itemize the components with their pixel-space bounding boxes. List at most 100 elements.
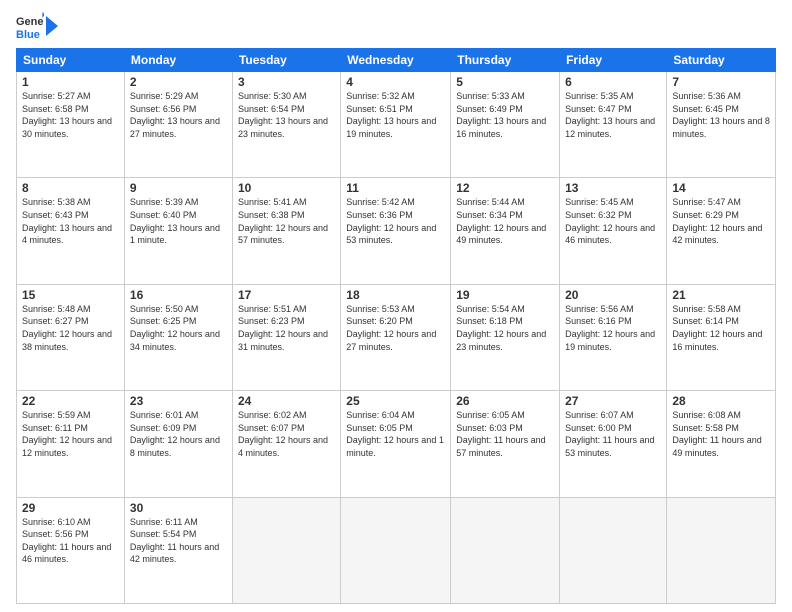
- day-number: 2: [130, 75, 227, 89]
- cell-w5-d6: [667, 497, 776, 603]
- day-info: Sunrise: 6:07 AM Sunset: 6:00 PM Dayligh…: [565, 409, 661, 459]
- day-number: 4: [346, 75, 445, 89]
- calendar-body: 1 Sunrise: 5:27 AM Sunset: 6:58 PM Dayli…: [17, 72, 776, 604]
- cell-w3-d3: 18 Sunrise: 5:53 AM Sunset: 6:20 PM Dayl…: [341, 284, 451, 390]
- day-info: Sunrise: 6:01 AM Sunset: 6:09 PM Dayligh…: [130, 409, 227, 459]
- day-info: Sunrise: 6:11 AM Sunset: 5:54 PM Dayligh…: [130, 516, 227, 566]
- logo-arrow: [46, 12, 60, 40]
- cell-w1-d0: 1 Sunrise: 5:27 AM Sunset: 6:58 PM Dayli…: [17, 72, 125, 178]
- day-number: 27: [565, 394, 661, 408]
- cell-w2-d2: 10 Sunrise: 5:41 AM Sunset: 6:38 PM Dayl…: [232, 178, 340, 284]
- cell-w4-d3: 25 Sunrise: 6:04 AM Sunset: 6:05 PM Dayl…: [341, 391, 451, 497]
- day-info: Sunrise: 5:35 AM Sunset: 6:47 PM Dayligh…: [565, 90, 661, 140]
- week-row-5: 29 Sunrise: 6:10 AM Sunset: 5:56 PM Dayl…: [17, 497, 776, 603]
- day-info: Sunrise: 6:05 AM Sunset: 6:03 PM Dayligh…: [456, 409, 554, 459]
- cell-w2-d1: 9 Sunrise: 5:39 AM Sunset: 6:40 PM Dayli…: [124, 178, 232, 284]
- day-number: 25: [346, 394, 445, 408]
- cell-w5-d4: [451, 497, 560, 603]
- cell-w1-d2: 3 Sunrise: 5:30 AM Sunset: 6:54 PM Dayli…: [232, 72, 340, 178]
- week-row-4: 22 Sunrise: 5:59 AM Sunset: 6:11 PM Dayl…: [17, 391, 776, 497]
- day-number: 21: [672, 288, 770, 302]
- day-number: 6: [565, 75, 661, 89]
- col-header-tuesday: Tuesday: [232, 49, 340, 72]
- day-info: Sunrise: 5:44 AM Sunset: 6:34 PM Dayligh…: [456, 196, 554, 246]
- day-number: 20: [565, 288, 661, 302]
- col-header-friday: Friday: [560, 49, 667, 72]
- day-number: 1: [22, 75, 119, 89]
- cell-w3-d5: 20 Sunrise: 5:56 AM Sunset: 6:16 PM Dayl…: [560, 284, 667, 390]
- cell-w2-d0: 8 Sunrise: 5:38 AM Sunset: 6:43 PM Dayli…: [17, 178, 125, 284]
- day-number: 29: [22, 501, 119, 515]
- cell-w2-d5: 13 Sunrise: 5:45 AM Sunset: 6:32 PM Dayl…: [560, 178, 667, 284]
- week-row-3: 15 Sunrise: 5:48 AM Sunset: 6:27 PM Dayl…: [17, 284, 776, 390]
- cell-w1-d5: 6 Sunrise: 5:35 AM Sunset: 6:47 PM Dayli…: [560, 72, 667, 178]
- logo-svg: General Blue: [16, 12, 44, 40]
- day-number: 22: [22, 394, 119, 408]
- cell-w5-d2: [232, 497, 340, 603]
- day-info: Sunrise: 5:41 AM Sunset: 6:38 PM Dayligh…: [238, 196, 335, 246]
- day-number: 14: [672, 181, 770, 195]
- cell-w3-d6: 21 Sunrise: 5:58 AM Sunset: 6:14 PM Dayl…: [667, 284, 776, 390]
- cell-w1-d4: 5 Sunrise: 5:33 AM Sunset: 6:49 PM Dayli…: [451, 72, 560, 178]
- day-number: 9: [130, 181, 227, 195]
- cell-w4-d1: 23 Sunrise: 6:01 AM Sunset: 6:09 PM Dayl…: [124, 391, 232, 497]
- day-number: 17: [238, 288, 335, 302]
- calendar: SundayMondayTuesdayWednesdayThursdayFrid…: [16, 48, 776, 604]
- day-number: 10: [238, 181, 335, 195]
- svg-text:General: General: [16, 16, 44, 28]
- day-number: 7: [672, 75, 770, 89]
- day-info: Sunrise: 5:36 AM Sunset: 6:45 PM Dayligh…: [672, 90, 770, 140]
- day-info: Sunrise: 5:32 AM Sunset: 6:51 PM Dayligh…: [346, 90, 445, 140]
- week-row-1: 1 Sunrise: 5:27 AM Sunset: 6:58 PM Dayli…: [17, 72, 776, 178]
- day-info: Sunrise: 5:58 AM Sunset: 6:14 PM Dayligh…: [672, 303, 770, 353]
- day-info: Sunrise: 5:38 AM Sunset: 6:43 PM Dayligh…: [22, 196, 119, 246]
- col-header-thursday: Thursday: [451, 49, 560, 72]
- cell-w1-d1: 2 Sunrise: 5:29 AM Sunset: 6:56 PM Dayli…: [124, 72, 232, 178]
- day-info: Sunrise: 6:04 AM Sunset: 6:05 PM Dayligh…: [346, 409, 445, 459]
- day-number: 24: [238, 394, 335, 408]
- day-info: Sunrise: 5:59 AM Sunset: 6:11 PM Dayligh…: [22, 409, 119, 459]
- col-header-sunday: Sunday: [17, 49, 125, 72]
- day-number: 12: [456, 181, 554, 195]
- cell-w3-d0: 15 Sunrise: 5:48 AM Sunset: 6:27 PM Dayl…: [17, 284, 125, 390]
- day-info: Sunrise: 5:39 AM Sunset: 6:40 PM Dayligh…: [130, 196, 227, 246]
- day-info: Sunrise: 5:42 AM Sunset: 6:36 PM Dayligh…: [346, 196, 445, 246]
- day-number: 28: [672, 394, 770, 408]
- cell-w2-d6: 14 Sunrise: 5:47 AM Sunset: 6:29 PM Dayl…: [667, 178, 776, 284]
- cell-w2-d4: 12 Sunrise: 5:44 AM Sunset: 6:34 PM Dayl…: [451, 178, 560, 284]
- day-info: Sunrise: 5:54 AM Sunset: 6:18 PM Dayligh…: [456, 303, 554, 353]
- cell-w4-d4: 26 Sunrise: 6:05 AM Sunset: 6:03 PM Dayl…: [451, 391, 560, 497]
- day-info: Sunrise: 5:56 AM Sunset: 6:16 PM Dayligh…: [565, 303, 661, 353]
- day-number: 8: [22, 181, 119, 195]
- day-number: 3: [238, 75, 335, 89]
- cell-w3-d4: 19 Sunrise: 5:54 AM Sunset: 6:18 PM Dayl…: [451, 284, 560, 390]
- day-number: 15: [22, 288, 119, 302]
- day-info: Sunrise: 5:45 AM Sunset: 6:32 PM Dayligh…: [565, 196, 661, 246]
- col-header-monday: Monday: [124, 49, 232, 72]
- cell-w5-d3: [341, 497, 451, 603]
- day-number: 19: [456, 288, 554, 302]
- cell-w4-d5: 27 Sunrise: 6:07 AM Sunset: 6:00 PM Dayl…: [560, 391, 667, 497]
- day-number: 11: [346, 181, 445, 195]
- page: General Blue SundayMondayTuesdayWednesda…: [0, 0, 792, 612]
- day-info: Sunrise: 5:51 AM Sunset: 6:23 PM Dayligh…: [238, 303, 335, 353]
- cell-w3-d1: 16 Sunrise: 5:50 AM Sunset: 6:25 PM Dayl…: [124, 284, 232, 390]
- day-info: Sunrise: 5:27 AM Sunset: 6:58 PM Dayligh…: [22, 90, 119, 140]
- col-header-wednesday: Wednesday: [341, 49, 451, 72]
- svg-text:Blue: Blue: [16, 29, 40, 40]
- day-info: Sunrise: 5:30 AM Sunset: 6:54 PM Dayligh…: [238, 90, 335, 140]
- cell-w5-d0: 29 Sunrise: 6:10 AM Sunset: 5:56 PM Dayl…: [17, 497, 125, 603]
- cell-w3-d2: 17 Sunrise: 5:51 AM Sunset: 6:23 PM Dayl…: [232, 284, 340, 390]
- day-number: 30: [130, 501, 227, 515]
- day-info: Sunrise: 5:50 AM Sunset: 6:25 PM Dayligh…: [130, 303, 227, 353]
- cell-w1-d3: 4 Sunrise: 5:32 AM Sunset: 6:51 PM Dayli…: [341, 72, 451, 178]
- day-number: 5: [456, 75, 554, 89]
- day-info: Sunrise: 5:53 AM Sunset: 6:20 PM Dayligh…: [346, 303, 445, 353]
- day-info: Sunrise: 5:33 AM Sunset: 6:49 PM Dayligh…: [456, 90, 554, 140]
- cell-w4-d0: 22 Sunrise: 5:59 AM Sunset: 6:11 PM Dayl…: [17, 391, 125, 497]
- cell-w5-d1: 30 Sunrise: 6:11 AM Sunset: 5:54 PM Dayl…: [124, 497, 232, 603]
- cell-w5-d5: [560, 497, 667, 603]
- day-info: Sunrise: 6:10 AM Sunset: 5:56 PM Dayligh…: [22, 516, 119, 566]
- col-header-saturday: Saturday: [667, 49, 776, 72]
- day-info: Sunrise: 5:47 AM Sunset: 6:29 PM Dayligh…: [672, 196, 770, 246]
